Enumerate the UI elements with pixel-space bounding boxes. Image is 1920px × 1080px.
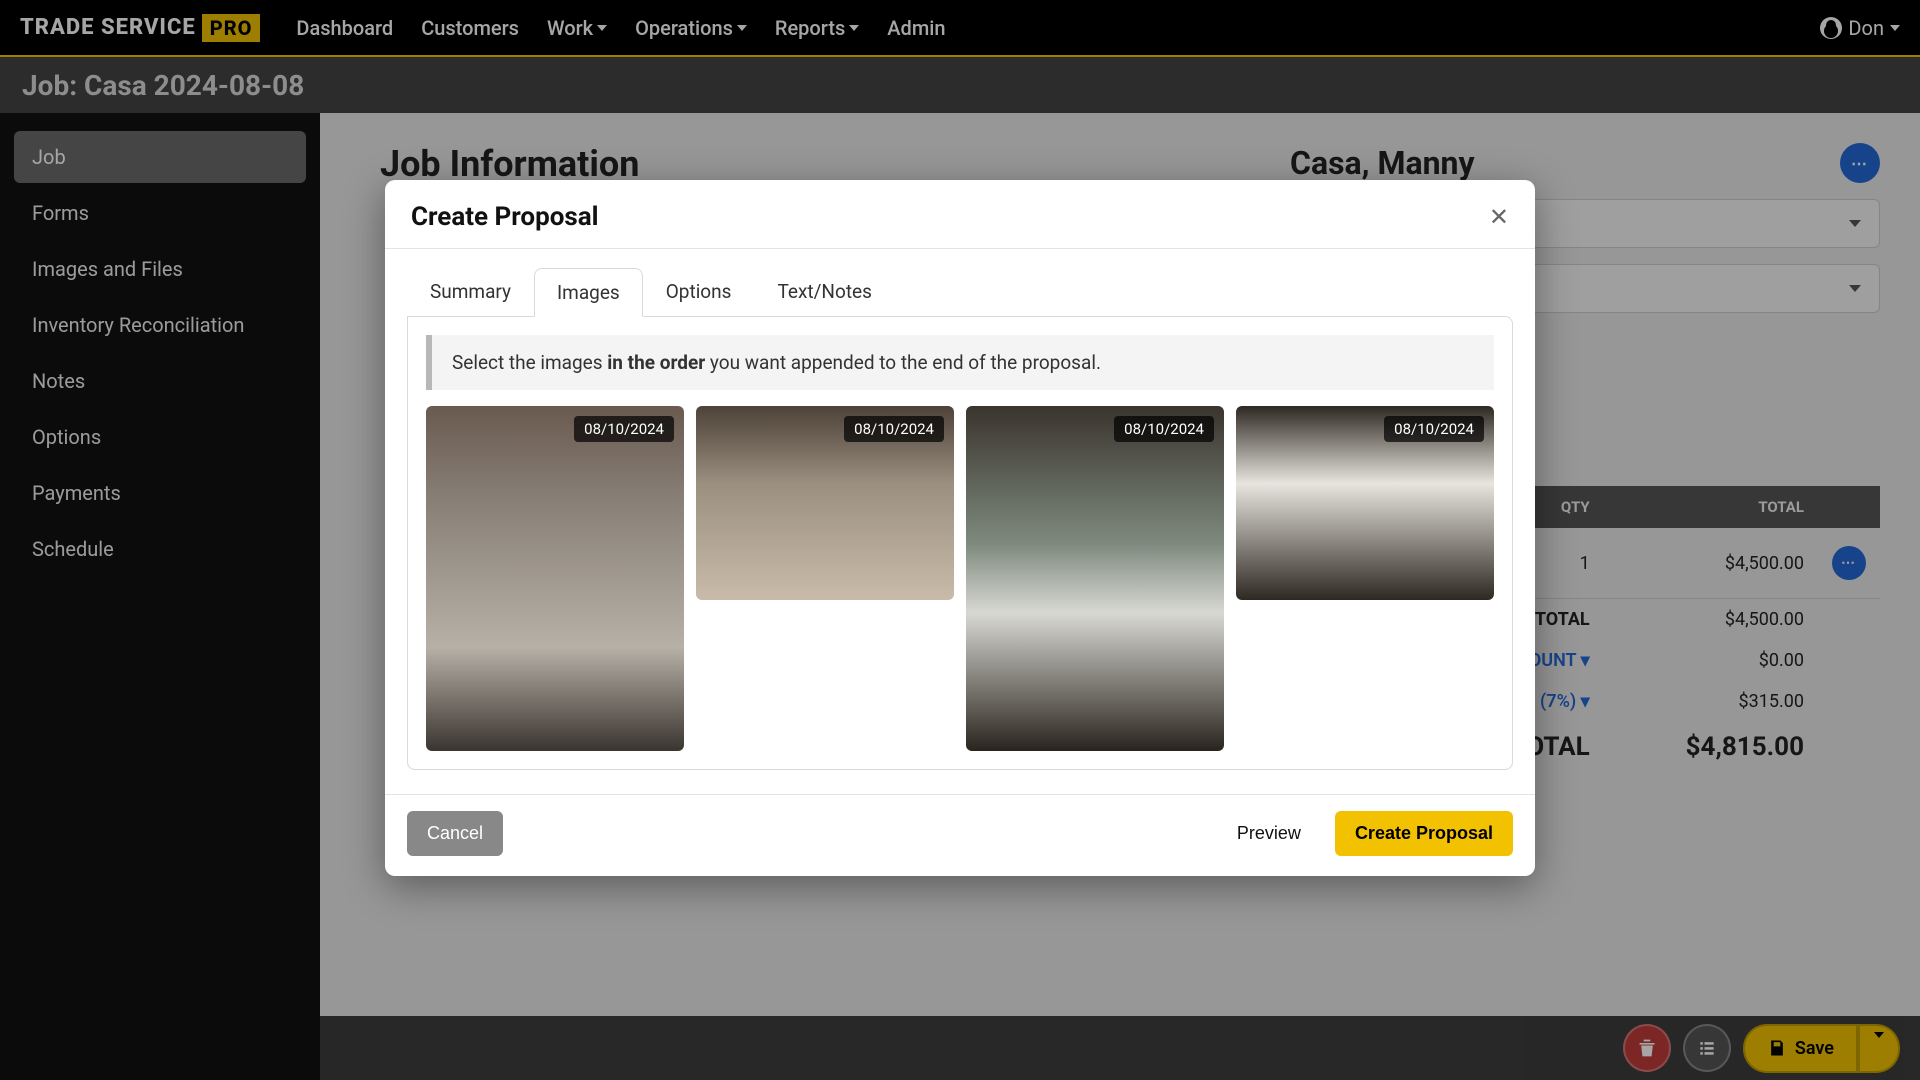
- modal-footer: Cancel Preview Create Proposal: [385, 794, 1535, 876]
- image-date: 08/10/2024: [844, 416, 944, 442]
- info-banner: Select the images in the order you want …: [426, 335, 1494, 390]
- cancel-button[interactable]: Cancel: [407, 811, 503, 856]
- image-date: 08/10/2024: [574, 416, 674, 442]
- banner-bold: in the order: [607, 351, 705, 374]
- proposal-image-3[interactable]: 08/10/2024: [966, 406, 1224, 751]
- create-label: Create Proposal: [1355, 823, 1493, 843]
- create-proposal-modal: Create Proposal ✕ Summary Images Options…: [385, 180, 1535, 876]
- modal-tabs: Summary Images Options Text/Notes: [385, 249, 1535, 316]
- modal-title: Create Proposal: [411, 202, 599, 232]
- modal-overlay: Create Proposal ✕ Summary Images Options…: [0, 0, 1920, 1080]
- tab-images[interactable]: Images: [534, 268, 643, 317]
- proposal-image-2[interactable]: 08/10/2024: [696, 406, 954, 600]
- image-date: 08/10/2024: [1114, 416, 1214, 442]
- cancel-label: Cancel: [427, 823, 483, 843]
- proposal-image-1[interactable]: 08/10/2024: [426, 406, 684, 751]
- banner-pre: Select the images: [452, 351, 607, 374]
- image-date: 08/10/2024: [1384, 416, 1484, 442]
- image-grid: 08/10/2024 08/10/2024 08/10/2024 08/10/2…: [426, 406, 1494, 751]
- tab-options[interactable]: Options: [643, 267, 755, 316]
- tab-textnotes[interactable]: Text/Notes: [754, 267, 894, 316]
- preview-label: Preview: [1237, 823, 1301, 843]
- create-proposal-button[interactable]: Create Proposal: [1335, 811, 1513, 856]
- tab-label: Options: [666, 280, 732, 303]
- close-button[interactable]: ✕: [1489, 205, 1509, 229]
- tab-label: Images: [557, 281, 620, 304]
- tab-label: Text/Notes: [777, 280, 871, 303]
- tab-label: Summary: [430, 280, 511, 303]
- close-icon: ✕: [1489, 203, 1509, 231]
- banner-post: you want appended to the end of the prop…: [705, 351, 1101, 374]
- modal-header: Create Proposal ✕: [385, 180, 1535, 249]
- tab-summary[interactable]: Summary: [407, 267, 534, 316]
- preview-button[interactable]: Preview: [1217, 811, 1321, 856]
- images-panel: Select the images in the order you want …: [407, 316, 1513, 770]
- proposal-image-4[interactable]: 08/10/2024: [1236, 406, 1494, 600]
